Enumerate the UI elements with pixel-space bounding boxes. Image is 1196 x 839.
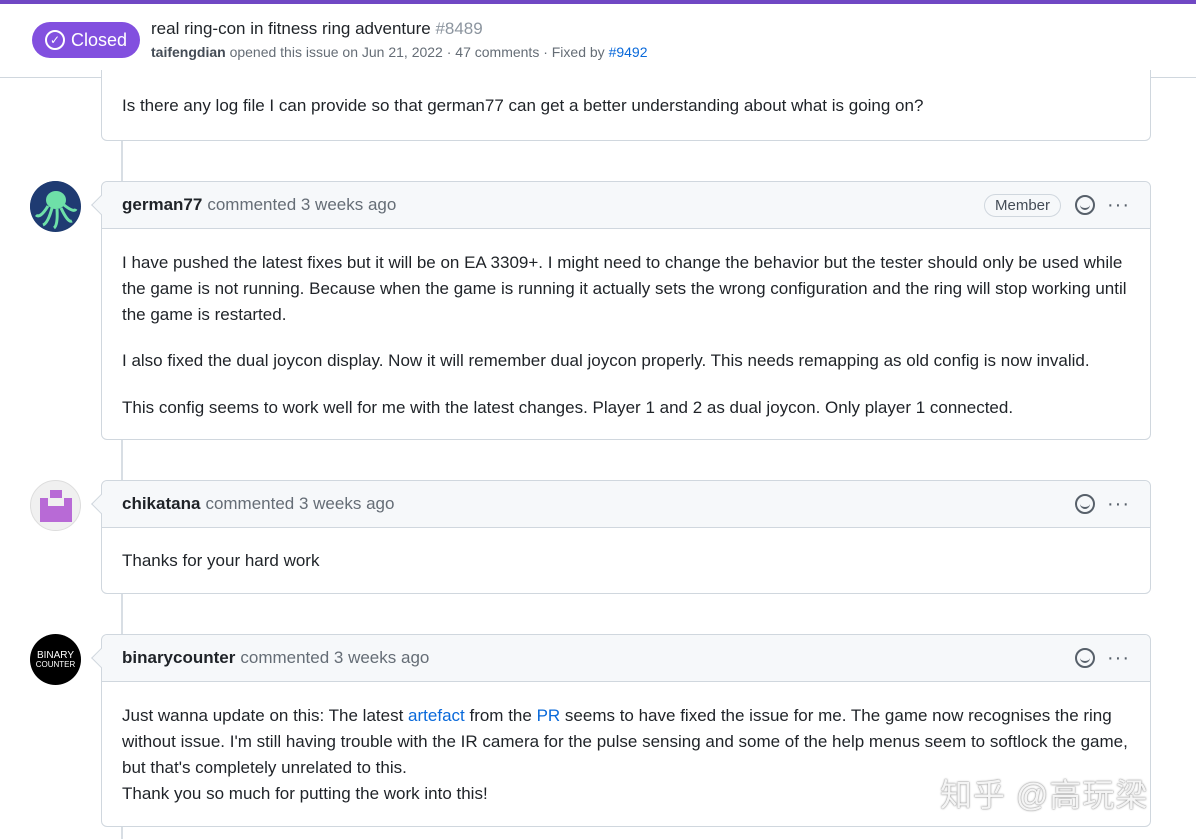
- check-circle-icon: ✓: [44, 30, 65, 50]
- octopus-avatar-icon: [30, 181, 80, 231]
- comment-timestamp[interactable]: commented 3 weeks ago: [205, 494, 394, 514]
- comment-chikatana: chikatana commented 3 weeks ago ··· Thanks…: [91, 480, 1151, 594]
- timeline-line: [121, 826, 123, 839]
- comment-author-link[interactable]: chikatana: [122, 494, 200, 514]
- issue-header: ✓ Closed real ring-con in fitness ring ad…: [0, 4, 1196, 78]
- issue-title: real ring-con in fitness ring adventure …: [151, 19, 483, 39]
- text-segment: Just wanna update on this: The latest: [122, 706, 409, 725]
- avatar-binarycounter[interactable]: BINARY COUNTER: [30, 634, 81, 685]
- issue-meta: taifengdian opened this issue on Jun 21,…: [151, 44, 648, 60]
- timeline-line: [121, 439, 123, 480]
- avatar-chikatana[interactable]: [30, 480, 81, 531]
- reaction-smiley-icon[interactable]: [1075, 195, 1096, 215]
- more-options-icon[interactable]: ···: [1107, 494, 1130, 514]
- text-segment: Thank you so much for putting the work i…: [122, 784, 488, 803]
- timeline-line: [121, 593, 123, 634]
- zhihu-watermark: 知乎 @高玩梁: [940, 777, 1149, 813]
- comment-text: I also fixed the dual joycon display. No…: [122, 351, 1090, 370]
- more-options-icon[interactable]: ···: [1107, 195, 1130, 215]
- identicon-avatar-icon: [40, 490, 72, 522]
- status-label: Closed: [70, 29, 128, 50]
- reaction-smiley-icon[interactable]: [1075, 494, 1096, 514]
- member-badge: Member: [984, 193, 1062, 217]
- closed-status-badge: ✓ Closed: [32, 22, 140, 58]
- fixed-by-link[interactable]: #9492: [609, 44, 648, 60]
- title-text: real ring-con in fitness ring adventure: [151, 19, 431, 38]
- issue-author-link[interactable]: taifengdian: [151, 44, 226, 60]
- reaction-smiley-icon[interactable]: [1075, 648, 1096, 668]
- pr-link[interactable]: PR: [537, 706, 561, 725]
- avatar-logo-text: BINARY: [36, 649, 75, 661]
- comment-timestamp[interactable]: commented 3 weeks ago: [207, 195, 396, 215]
- comment-continued: Is there any log file I can provide so t…: [101, 70, 1151, 141]
- avatar-logo-text: COUNTER: [35, 659, 76, 669]
- comment-text: Thanks for your hard work: [122, 551, 320, 570]
- more-options-icon[interactable]: ···: [1107, 648, 1130, 668]
- comment-header: german77 commented 3 weeks ago Member ···: [102, 182, 1150, 229]
- comment-text: I have pushed the latest fixes but it wi…: [122, 253, 1127, 324]
- comment-timestamp[interactable]: commented 3 weeks ago: [240, 648, 429, 668]
- comment-text: Is there any log file I can provide so t…: [122, 96, 924, 115]
- comment-header: chikatana commented 3 weeks ago ···: [102, 481, 1150, 528]
- avatar-german77[interactable]: [30, 181, 81, 232]
- comment-text: This config seems to work well for me wi…: [122, 398, 1014, 417]
- text-segment: from the: [464, 706, 537, 725]
- artefact-link[interactable]: artefact: [408, 706, 465, 725]
- issue-number: #8489: [435, 19, 483, 38]
- comment-header: binarycounter commented 3 weeks ago ···: [102, 635, 1150, 682]
- comment-author-link[interactable]: binarycounter: [122, 648, 235, 668]
- timeline-line: [121, 140, 123, 181]
- opened-text: opened this issue on Jun 21, 2022 · 47 c…: [229, 44, 605, 60]
- comment-author-link[interactable]: german77: [122, 195, 202, 215]
- comment-german77: german77 commented 3 weeks ago Member ··· I…: [91, 181, 1151, 440]
